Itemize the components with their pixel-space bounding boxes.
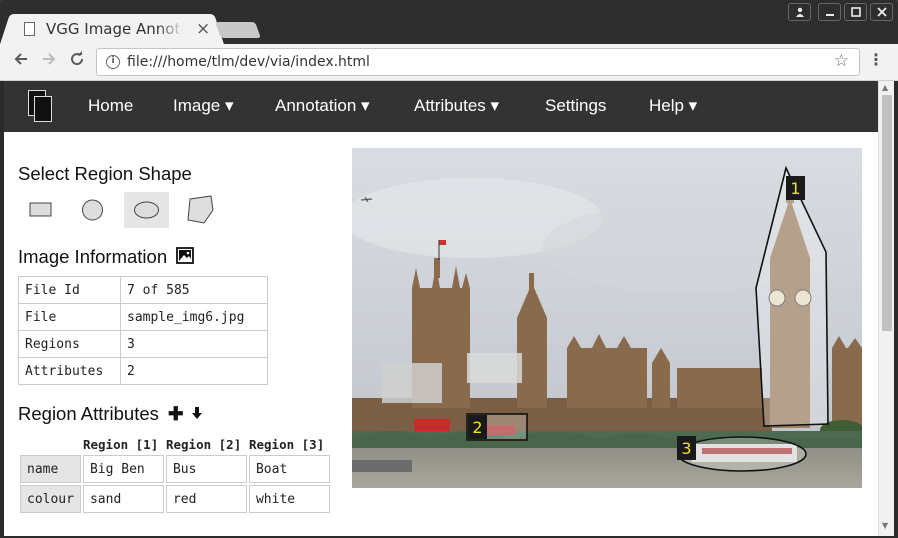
region-column-header: Region [1] bbox=[82, 436, 159, 452]
info-row: File sample_img6.jpg bbox=[18, 303, 268, 331]
attribute-value-cell[interactable]: red bbox=[165, 485, 247, 513]
download-attribute-icon[interactable] bbox=[191, 403, 203, 424]
browser-window: VGG Image Annotator × i file:///home/t bbox=[0, 0, 898, 538]
url-text[interactable]: file:///home/tlm/dev/via/index.html bbox=[127, 54, 370, 70]
annotated-image[interactable]: 1 2 3 bbox=[352, 148, 862, 488]
region-attributes-heading-text: Region Attributes bbox=[18, 403, 159, 424]
polygon-shape-button[interactable] bbox=[178, 192, 223, 228]
image-info-table: File Id 7 of 585 File sample_img6.jpg Region… bbox=[18, 276, 268, 385]
region-label-2: 2 bbox=[472, 418, 482, 437]
page-icon bbox=[24, 22, 35, 36]
attribute-value-cell[interactable]: sand bbox=[82, 485, 164, 513]
browser-toolbar: i file:///home/tlm/dev/via/index.html ☆ … bbox=[0, 44, 898, 81]
address-bar[interactable]: i file:///home/tlm/dev/via/index.html ☆ bbox=[96, 48, 860, 76]
info-value: 2 bbox=[120, 357, 268, 385]
image-icon[interactable] bbox=[176, 247, 195, 264]
add-attribute-icon[interactable]: ✚ bbox=[168, 403, 184, 424]
image-info-heading: Image Information bbox=[18, 246, 195, 268]
page-scrollbar[interactable]: ▲ ▼ bbox=[878, 81, 894, 536]
info-icon[interactable]: i bbox=[106, 55, 120, 69]
attribute-name[interactable]: name bbox=[20, 455, 81, 483]
nav-settings[interactable]: Settings bbox=[545, 96, 606, 116]
scroll-down-icon[interactable]: ▼ bbox=[882, 521, 888, 530]
tab-title: VGG Image Annotator bbox=[46, 20, 184, 38]
nav-help-menu[interactable]: Help ▾ bbox=[649, 96, 697, 116]
region-column-header: Region [3] bbox=[248, 436, 325, 452]
info-value: 7 of 585 bbox=[120, 276, 268, 304]
reload-icon[interactable] bbox=[68, 50, 86, 73]
info-value: sample_img6.jpg bbox=[120, 303, 268, 331]
info-key: Regions bbox=[18, 330, 121, 358]
bookmark-star-icon[interactable]: ☆ bbox=[834, 51, 849, 71]
attribute-row: name Big Ben Bus Boat bbox=[20, 455, 330, 483]
info-key: Attributes bbox=[18, 357, 121, 385]
ellipse-shape-button[interactable] bbox=[124, 192, 169, 228]
attribute-value-cell[interactable]: Bus bbox=[165, 455, 247, 483]
info-row: Regions 3 bbox=[18, 330, 268, 358]
top-navbar: Home Image ▾ Annotation ▾ Attributes ▾ S… bbox=[4, 81, 878, 132]
region-attributes-heading: Region Attributes ✚ bbox=[18, 403, 203, 425]
nav-image-menu[interactable]: Image ▾ bbox=[173, 96, 234, 116]
scroll-thumb[interactable] bbox=[882, 95, 892, 331]
maximize-button[interactable] bbox=[844, 3, 867, 21]
close-window-button[interactable] bbox=[870, 3, 893, 21]
tab-strip: VGG Image Annotator × bbox=[0, 0, 898, 44]
attribute-value-cell[interactable]: Boat bbox=[248, 455, 330, 483]
via-logo-icon[interactable] bbox=[28, 90, 54, 124]
info-row: Attributes 2 bbox=[18, 357, 268, 385]
page-viewport: Home Image ▾ Annotation ▾ Attributes ▾ S… bbox=[4, 81, 878, 536]
nav-annotation-menu[interactable]: Annotation ▾ bbox=[275, 96, 370, 116]
info-row: File Id 7 of 585 bbox=[18, 276, 268, 304]
region-label-3: 3 bbox=[681, 439, 691, 458]
scroll-up-icon[interactable]: ▲ bbox=[882, 83, 888, 92]
image-info-heading-text: Image Information bbox=[18, 246, 168, 267]
back-arrow-icon[interactable] bbox=[12, 50, 30, 73]
browser-menu-icon[interactable]: ⋮ bbox=[868, 50, 884, 69]
info-value: 3 bbox=[120, 330, 268, 358]
browser-tab[interactable]: VGG Image Annotator × bbox=[12, 14, 212, 44]
attribute-name[interactable]: colour bbox=[20, 485, 81, 513]
rectangle-shape-button[interactable] bbox=[18, 192, 63, 228]
attribute-value-cell[interactable]: white bbox=[248, 485, 330, 513]
profile-button[interactable] bbox=[788, 3, 811, 21]
region-column-header: Region [2] bbox=[165, 436, 242, 452]
region-label-1: 1 bbox=[790, 179, 800, 198]
info-key: File Id bbox=[18, 276, 121, 304]
minimize-button[interactable] bbox=[818, 3, 841, 21]
region-shape-heading: Select Region Shape bbox=[18, 163, 192, 184]
attribute-row: colour sand red white bbox=[20, 485, 330, 513]
info-key: File bbox=[18, 303, 121, 331]
attribute-value-cell[interactable]: Big Ben bbox=[82, 455, 164, 483]
forward-arrow-icon[interactable] bbox=[40, 50, 58, 73]
close-tab-icon[interactable]: × bbox=[196, 19, 210, 39]
image-canvas[interactable]: 1 2 3 bbox=[352, 148, 862, 488]
new-tab-button[interactable] bbox=[215, 22, 261, 38]
region-attributes-table: Region [1] Region [2] Region [3] name Big B… bbox=[18, 433, 332, 515]
circle-shape-button[interactable] bbox=[70, 192, 115, 228]
nav-home[interactable]: Home bbox=[88, 96, 133, 116]
nav-attributes-menu[interactable]: Attributes ▾ bbox=[414, 96, 499, 116]
